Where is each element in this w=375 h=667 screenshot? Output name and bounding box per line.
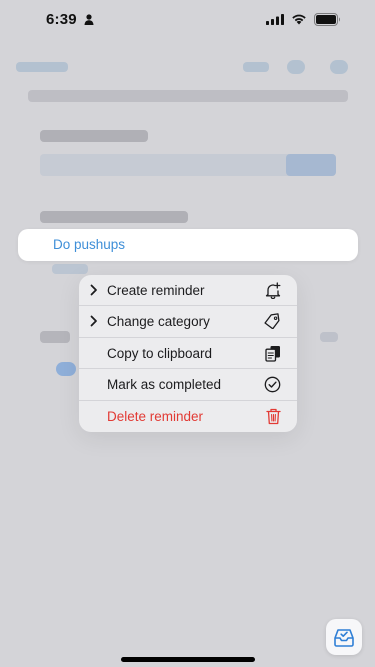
chevron-right-icon — [90, 315, 97, 327]
menu-item-label: Change category — [107, 314, 210, 330]
checkmark-circle-icon — [264, 376, 281, 393]
focused-list-item[interactable]: Do pushups — [18, 229, 358, 261]
status-time: 6:39 — [46, 11, 77, 28]
list-item-label: Do pushups — [53, 237, 126, 252]
tray-check-icon — [334, 629, 354, 647]
home-indicator[interactable] — [121, 657, 255, 662]
inbox-fab-button[interactable] — [326, 619, 362, 655]
blurred-toolbar-item — [243, 62, 269, 72]
menu-item-label: Copy to clipboard — [107, 345, 213, 361]
blurred-list-text — [52, 264, 88, 274]
battery-icon — [314, 13, 340, 26]
person-icon — [84, 14, 94, 25]
menu-item-mark-as-completed[interactable]: Mark as completed — [79, 369, 297, 401]
bell-plus-icon — [265, 282, 281, 299]
blurred-back-button — [16, 62, 68, 72]
menu-item-copy-to-clipboard[interactable]: Copy to clipboard — [79, 338, 297, 370]
blurred-chevron — [320, 332, 338, 342]
blurred-section-heading — [40, 211, 188, 223]
trash-icon — [266, 408, 281, 424]
copy-icon — [265, 345, 280, 362]
blurred-section-heading — [40, 331, 70, 343]
blurred-toggle — [56, 362, 76, 376]
tag-icon — [264, 313, 280, 330]
menu-item-change-category[interactable]: Change category — [79, 306, 297, 338]
wifi-icon — [292, 14, 306, 25]
blurred-toolbar-icon — [330, 60, 348, 74]
blurred-toolbar-icon — [287, 60, 305, 74]
blurred-section-heading — [40, 130, 148, 142]
status-bar: 6:39 — [0, 0, 375, 44]
blurred-header-line — [28, 90, 348, 102]
cellular-signal-icon — [266, 14, 284, 25]
context-menu: Create reminder Change category Copy to … — [79, 275, 297, 432]
menu-item-label: Delete reminder — [107, 408, 204, 424]
menu-item-delete-reminder[interactable]: Delete reminder — [79, 401, 297, 432]
blurred-input-button — [286, 154, 336, 176]
menu-item-label: Create reminder — [107, 283, 205, 298]
menu-item-label: Mark as completed — [107, 377, 222, 393]
menu-item-create-reminder[interactable]: Create reminder — [79, 275, 297, 307]
chevron-right-icon — [90, 284, 97, 296]
